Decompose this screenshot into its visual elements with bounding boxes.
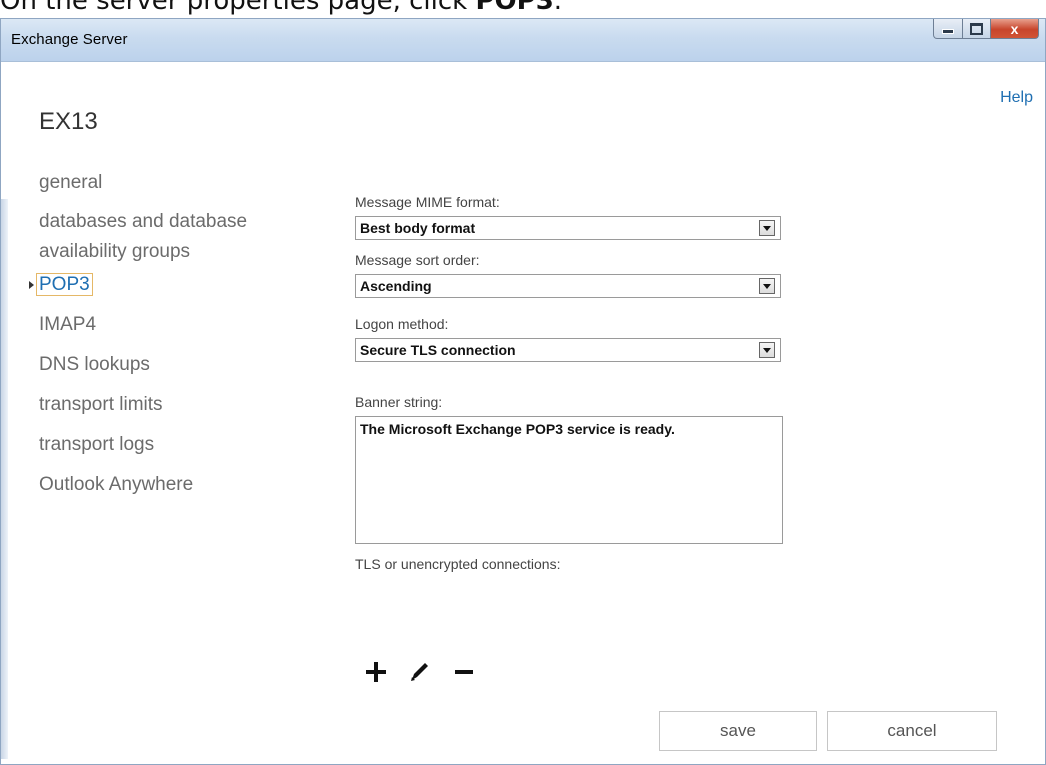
remove-icon[interactable]	[451, 659, 477, 685]
connections-toolbar	[363, 659, 495, 685]
nav-item-outlook-anywhere[interactable]: Outlook Anywhere	[39, 473, 309, 497]
cancel-button[interactable]: cancel	[827, 711, 997, 751]
mime-format-label: Message MIME format:	[355, 194, 500, 210]
nav-item-label: IMAP4	[39, 314, 97, 335]
close-button[interactable]: x	[991, 19, 1039, 39]
nav-item-label: transport limits	[39, 394, 163, 415]
nav-item-transport-limits[interactable]: transport limits	[39, 393, 309, 417]
mime-format-select[interactable]: Best body format	[355, 216, 781, 240]
maximize-button[interactable]	[963, 19, 991, 39]
dropdown-arrow-icon[interactable]	[759, 220, 775, 236]
maximize-icon	[970, 22, 983, 35]
nav-item-dns-lookups[interactable]: DNS lookups	[39, 353, 309, 377]
nav-item-label: Outlook Anywhere	[39, 474, 194, 495]
pop3-settings-form: Message MIME format: Best body format Me…	[355, 194, 785, 578]
nav-item-pop3[interactable]: POP3	[29, 273, 309, 297]
add-icon[interactable]	[363, 659, 389, 685]
nav-item-imap4[interactable]: IMAP4	[39, 313, 309, 337]
edit-icon[interactable]	[407, 659, 433, 685]
exchange-server-window: Exchange Server x Help EX13 general data…	[0, 18, 1046, 765]
nav-item-label: POP3	[36, 273, 93, 296]
connections-label: TLS or unencrypted connections:	[355, 556, 561, 572]
logon-method-select[interactable]: Secure TLS connection	[355, 338, 781, 362]
nav-item-label-line2: availability groups	[39, 241, 191, 262]
caption-suffix: .	[553, 0, 563, 16]
nav-item-label-line1: databases and database	[39, 211, 248, 232]
help-link[interactable]: Help	[1000, 89, 1033, 107]
mime-format-value: Best body format	[360, 220, 476, 236]
window-title: Exchange Server	[11, 31, 128, 48]
minimize-icon	[942, 29, 954, 34]
nav-item-label: DNS lookups	[39, 354, 150, 375]
server-name-heading: EX13	[39, 108, 98, 135]
logon-method-value: Secure TLS connection	[360, 342, 516, 358]
nav-item-label: transport logs	[39, 434, 155, 455]
nav-item-general[interactable]: general	[39, 171, 309, 195]
sort-order-label: Message sort order:	[355, 252, 480, 268]
close-icon: x	[1010, 20, 1019, 37]
window-controls: x	[933, 19, 1039, 41]
minimize-button[interactable]	[933, 19, 963, 39]
caption-bold: POP3	[475, 0, 554, 16]
dropdown-arrow-icon[interactable]	[759, 278, 775, 294]
properties-nav: general databases and database availabil…	[29, 171, 309, 513]
sort-order-value: Ascending	[360, 278, 432, 294]
left-edge-shading	[1, 199, 8, 759]
sort-order-select[interactable]: Ascending	[355, 274, 781, 298]
nav-item-transport-logs[interactable]: transport logs	[39, 433, 309, 457]
banner-string-textarea[interactable]: The Microsoft Exchange POP3 service is r…	[355, 416, 783, 544]
nav-item-label: general	[39, 172, 103, 193]
nav-item-databases[interactable]: databases and database availability grou…	[39, 207, 309, 267]
dropdown-arrow-icon[interactable]	[759, 342, 775, 358]
title-bar[interactable]: Exchange Server x	[1, 19, 1045, 62]
instruction-caption: On the server properties page, click POP…	[0, 0, 562, 18]
caption-prefix: On the server properties page, click	[0, 0, 476, 16]
logon-method-label: Logon method:	[355, 316, 449, 332]
save-button[interactable]: save	[659, 711, 817, 751]
selected-arrow-icon	[29, 281, 34, 289]
banner-string-label: Banner string:	[355, 394, 443, 410]
